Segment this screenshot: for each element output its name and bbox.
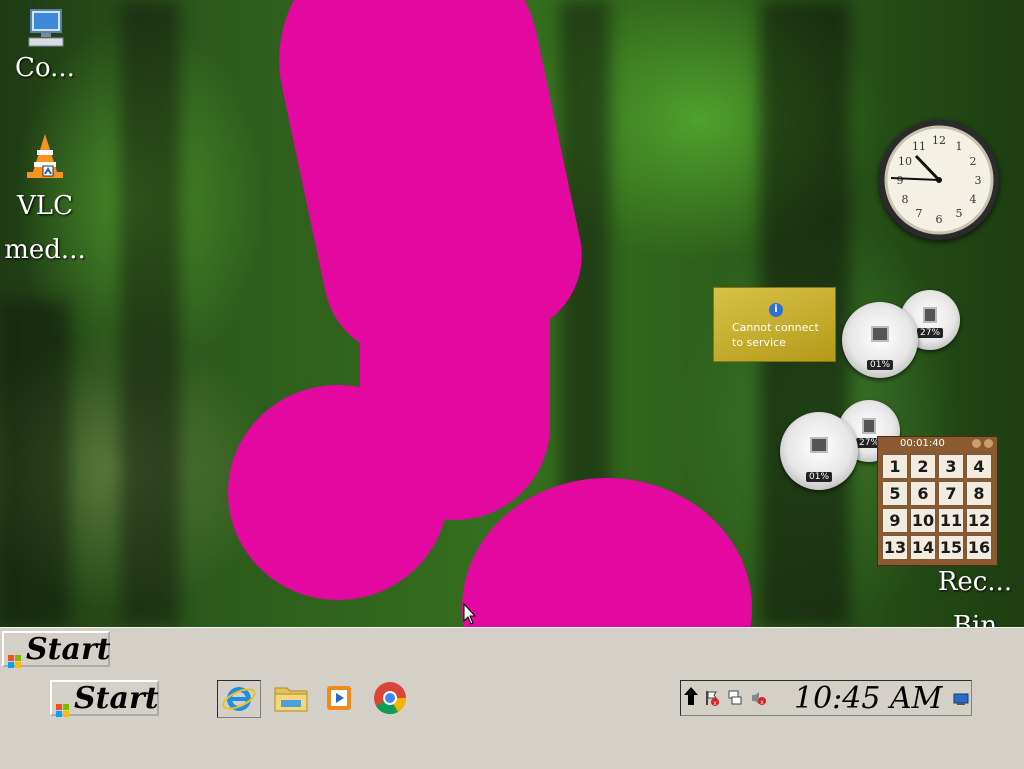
puzzle-tile[interactable]: 6 <box>910 481 936 506</box>
start-button[interactable]: Start <box>50 680 159 717</box>
clock-numeral: 12 <box>932 134 946 147</box>
clock-gadget[interactable]: 12 1 2 3 4 5 6 7 8 9 10 11 <box>879 120 999 240</box>
cpu-meter-gadget[interactable]: 27% 01% <box>840 290 965 380</box>
info-icon: i <box>769 303 783 317</box>
puzzle-tile[interactable]: 1 <box>882 454 908 479</box>
desktop-icon-computer[interactable]: Co... <box>0 8 90 90</box>
start-button-top[interactable]: Start <box>2 631 111 668</box>
memory-chip-icon <box>862 418 876 435</box>
clock-numeral: 2 <box>970 155 977 168</box>
clock-face: 12 1 2 3 4 5 6 7 8 9 10 11 <box>884 125 994 235</box>
cpu-chip-icon <box>810 436 828 453</box>
puzzle-tile[interactable]: 15 <box>938 535 964 560</box>
show-hidden-icon[interactable] <box>683 685 699 705</box>
clock-numeral: 5 <box>956 207 963 220</box>
puzzle-timer: 00:01:40 <box>900 438 945 449</box>
internet-explorer-icon[interactable] <box>217 680 261 718</box>
weather-message: Cannot connect to service <box>732 321 819 349</box>
clock-numeral: 9 <box>897 174 904 187</box>
clock-numeral: 8 <box>902 193 909 206</box>
windows-logo-icon <box>8 642 22 668</box>
puzzle-gadget[interactable]: 00:01:40 1 2 3 4 5 6 7 8 9 10 11 12 13 1… <box>877 436 998 566</box>
puzzle-tile[interactable]: 14 <box>910 535 936 560</box>
puzzle-tile[interactable]: 13 <box>882 535 908 560</box>
puzzle-tile[interactable]: 12 <box>966 508 992 533</box>
cpu-gauge: 01% <box>842 302 918 378</box>
media-player-icon[interactable] <box>318 680 362 718</box>
memory-usage: 27% <box>916 328 944 338</box>
show-desktop-icon[interactable] <box>953 691 969 709</box>
puzzle-tile[interactable]: 11 <box>938 508 964 533</box>
clock-numeral: 11 <box>912 140 926 153</box>
weather-gadget[interactable]: i Cannot connect to service <box>713 287 836 362</box>
mouse-pointer-icon <box>463 602 477 627</box>
puzzle-tile[interactable]: 10 <box>910 508 936 533</box>
windows-logo-icon <box>56 691 70 717</box>
cpu-chip-icon <box>871 325 889 342</box>
taskbar: Start Start x x 10:45 AM <box>0 627 1024 769</box>
desktop-icon-label: Co... <box>15 53 75 83</box>
puzzle-grid: 1 2 3 4 5 6 7 8 9 10 11 12 13 14 15 16 <box>878 451 997 563</box>
clock-numeral: 7 <box>916 207 923 220</box>
system-tray: x x 10:45 AM <box>680 680 972 716</box>
clock-numeral: 10 <box>898 155 912 168</box>
puzzle-tile[interactable]: 3 <box>938 454 964 479</box>
chrome-icon[interactable] <box>368 680 412 718</box>
vlc-icon <box>21 132 69 180</box>
puzzle-tile[interactable]: 2 <box>910 454 936 479</box>
network-icon[interactable] <box>727 689 743 707</box>
puzzle-tile[interactable]: 4 <box>966 454 992 479</box>
clock-numeral: 1 <box>956 140 963 153</box>
shuffle-icon[interactable] <box>984 439 993 448</box>
puzzle-tile[interactable]: 9 <box>882 508 908 533</box>
puzzle-tile[interactable]: 8 <box>966 481 992 506</box>
start-label: Start <box>74 680 159 716</box>
desktop: Co... VLC med... Rec... Bin 12 1 2 3 4 5… <box>0 0 1024 627</box>
desktop-icon-label: VLC med... <box>4 191 86 265</box>
desktop-icon-recycle-bin[interactable]: Rec... Bin <box>930 560 1020 627</box>
memory-chip-icon <box>923 307 937 324</box>
puzzle-tile[interactable]: 7 <box>938 481 964 506</box>
cpu-gauge: 01% <box>780 412 858 490</box>
help-icon[interactable] <box>972 439 981 448</box>
svg-text:x: x <box>713 700 717 707</box>
svg-text:x: x <box>760 699 764 706</box>
clock-numeral: 6 <box>936 213 943 226</box>
cpu-usage: 01% <box>805 472 833 482</box>
clock-time[interactable]: 10:45 AM <box>794 683 942 715</box>
puzzle-tile[interactable]: 16 <box>966 535 992 560</box>
clock-numeral: 4 <box>970 193 977 206</box>
action-center-icon[interactable]: x <box>704 689 720 707</box>
folder-icon[interactable] <box>270 680 314 718</box>
start-label: Start <box>26 631 111 667</box>
cpu-usage: 01% <box>866 360 894 370</box>
clock-numeral: 3 <box>975 174 982 187</box>
volume-muted-icon[interactable]: x <box>750 689 766 707</box>
puzzle-tile[interactable]: 5 <box>882 481 908 506</box>
desktop-icon-vlc[interactable]: VLC med... <box>0 132 90 272</box>
desktop-icon-label: Rec... Bin <box>937 567 1013 627</box>
